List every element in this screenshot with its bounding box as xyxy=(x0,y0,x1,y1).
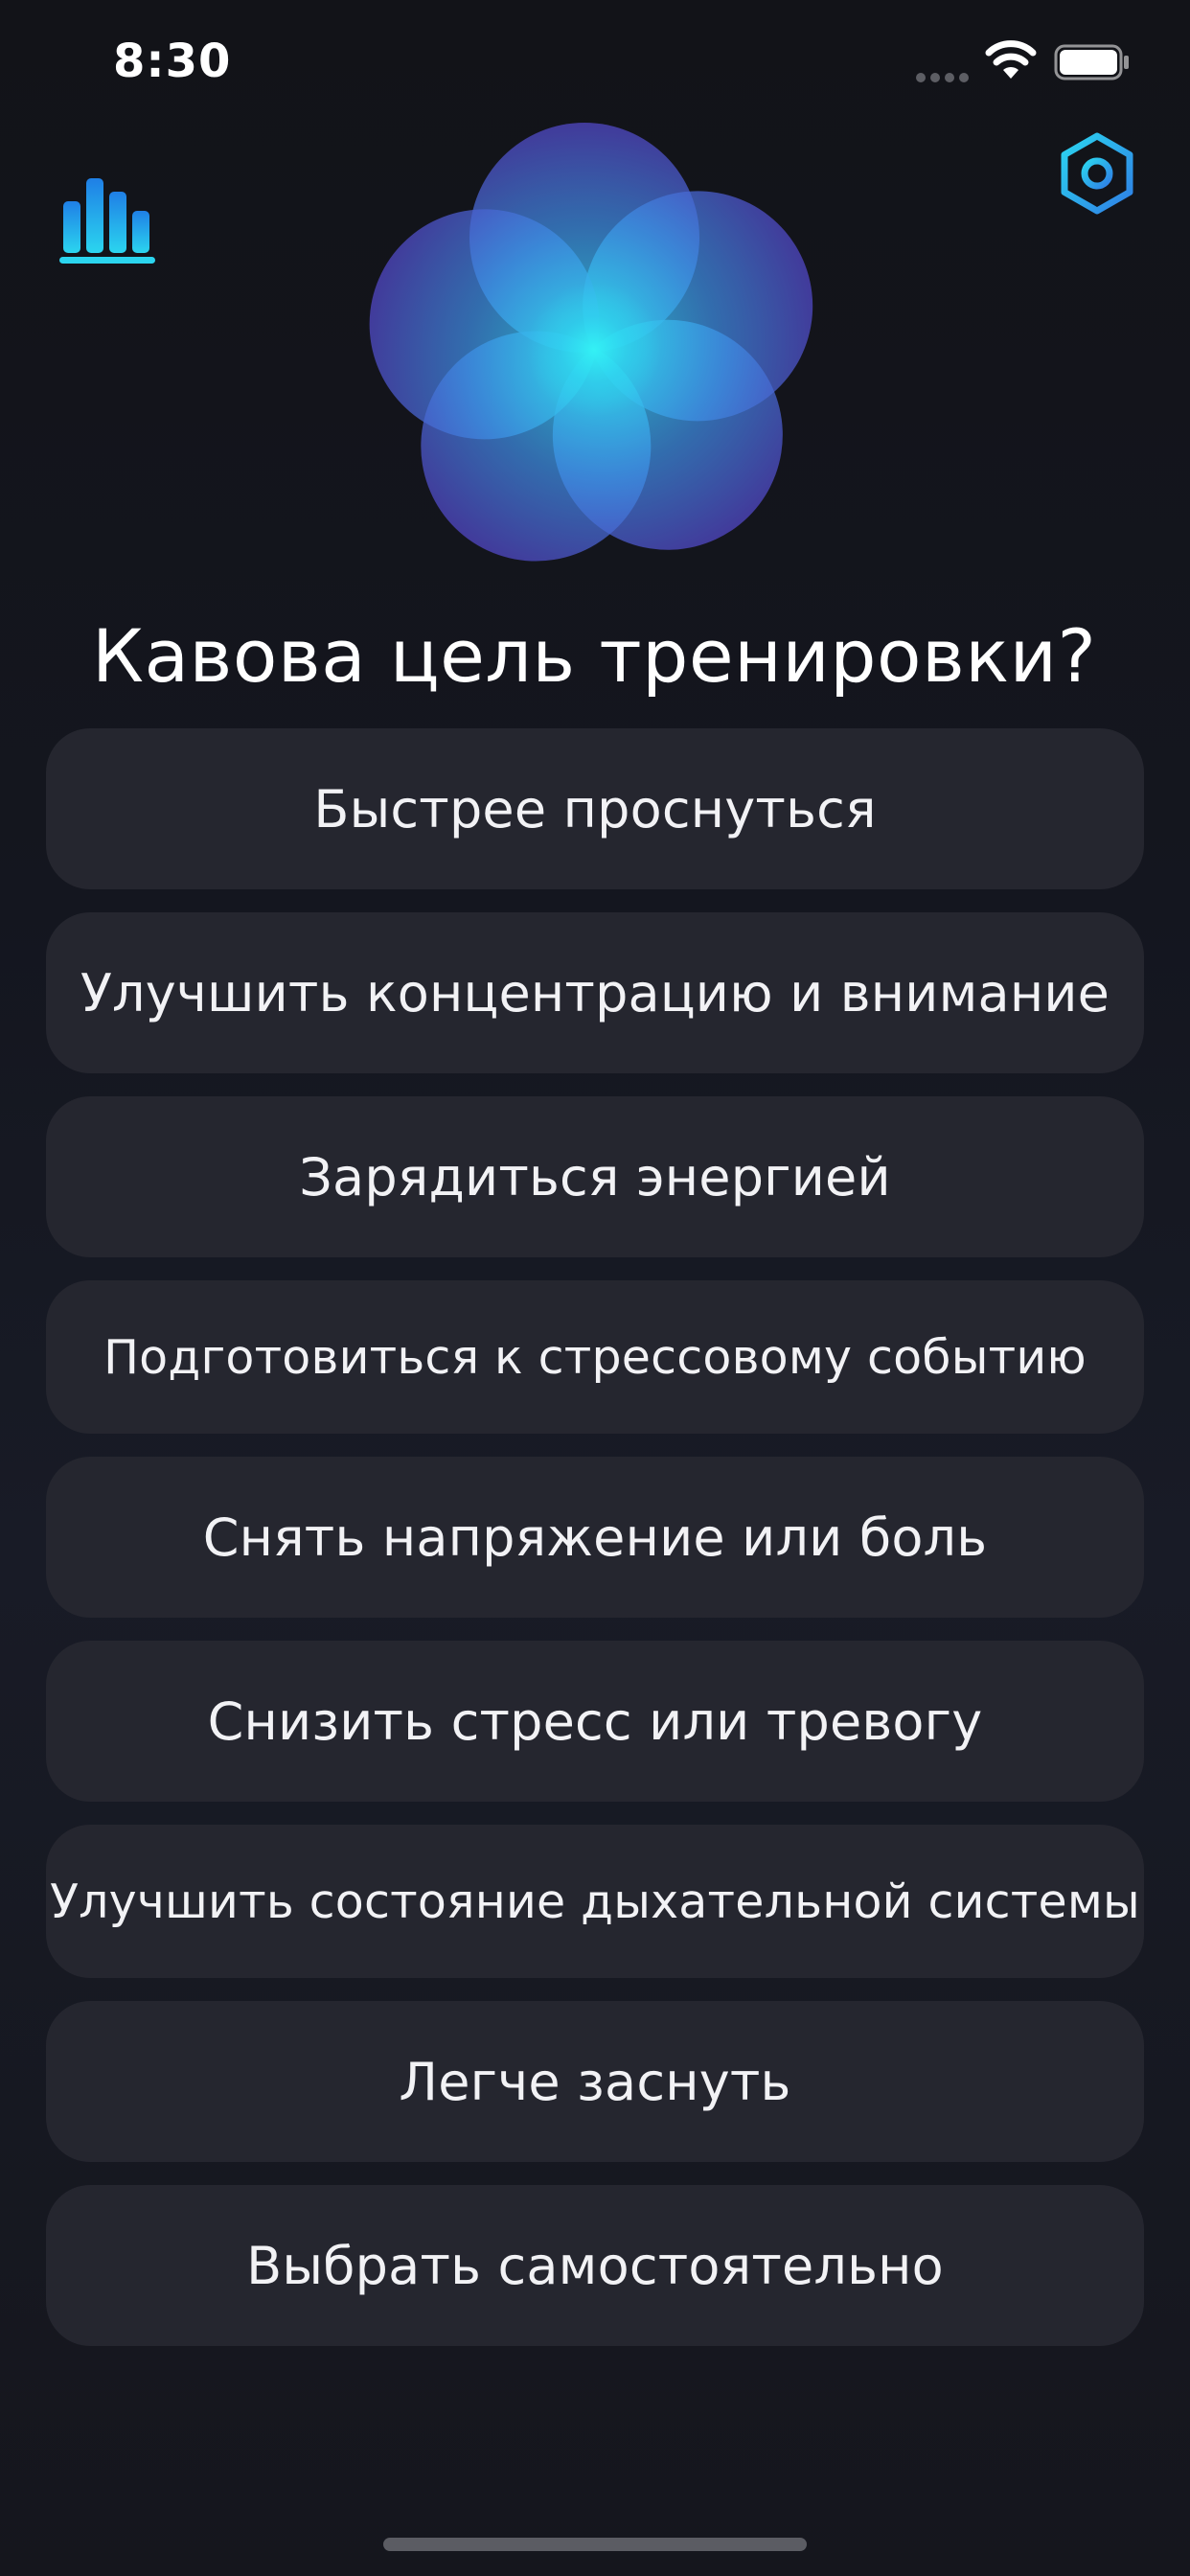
breathing-flower-logo xyxy=(369,123,813,562)
battery-icon xyxy=(1054,44,1129,80)
option-relieve-tension-button[interactable]: Снять напряжение или боль xyxy=(46,1457,1144,1618)
option-sleep-button[interactable]: Легче заснуть xyxy=(46,2001,1144,2162)
wifi-icon xyxy=(985,40,1037,79)
option-respiratory-button[interactable]: Улучшить состояние дыхательной системы xyxy=(46,1825,1144,1978)
page-title: Кавова цель тренировки? xyxy=(92,613,1097,699)
home-indicator[interactable] xyxy=(383,2538,807,2551)
settings-button[interactable] xyxy=(1054,130,1140,217)
option-custom-button[interactable]: Выбрать самостоятельно xyxy=(46,2185,1144,2346)
option-reduce-stress-button[interactable]: Снизить стресс или тревогу xyxy=(46,1641,1144,1802)
option-wake-up-button[interactable]: Быстрее проснуться xyxy=(46,728,1144,889)
option-energy-button[interactable]: Зарядиться энергией xyxy=(46,1096,1144,1257)
bar-chart-icon xyxy=(59,178,155,264)
status-time: 8:30 xyxy=(113,34,232,88)
option-stress-event-button[interactable]: Подготовиться к стрессовому событию xyxy=(46,1280,1144,1434)
option-concentration-button[interactable]: Улучшить концентрацию и внимание xyxy=(46,912,1144,1073)
status-bar: 8:30 xyxy=(0,0,1190,125)
statistics-button[interactable] xyxy=(56,171,163,266)
goal-options-list: Быстрее проснуться Улучшить концентрацию… xyxy=(46,728,1144,2369)
hexagon-settings-icon xyxy=(1061,132,1133,215)
cellular-signal-icon xyxy=(916,73,969,82)
